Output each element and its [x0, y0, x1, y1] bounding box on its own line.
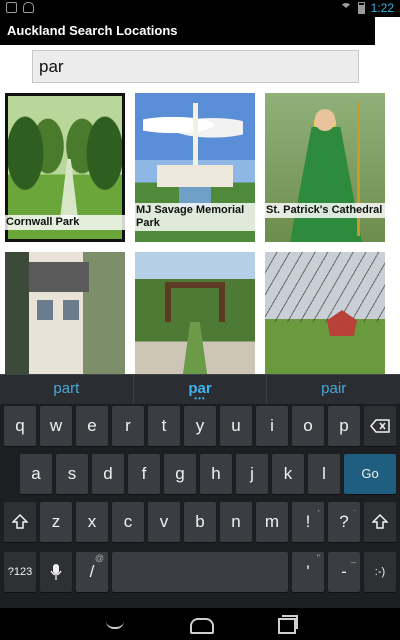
- result-tile-4[interactable]: [5, 252, 125, 374]
- key-label: /: [89, 562, 95, 581]
- emoticon-key[interactable]: :-): [364, 552, 396, 592]
- st-patricks-image: [265, 93, 385, 242]
- result-tile-6[interactable]: [265, 252, 385, 374]
- result-tile-cornwall-park[interactable]: Cornwall Park: [5, 93, 125, 242]
- backspace-icon: [370, 419, 390, 433]
- result-tile-5[interactable]: [135, 252, 255, 374]
- back-down-icon[interactable]: [104, 615, 130, 633]
- key-hint: ,: [317, 503, 320, 513]
- notification-icon: [6, 2, 17, 13]
- voice-input-key[interactable]: [40, 552, 72, 592]
- key-hint: ": [316, 553, 320, 563]
- screen: 1:22 Auckland Search Locations Cornwall …: [0, 0, 400, 640]
- key-m[interactable]: m: [256, 502, 288, 542]
- shift-key-left[interactable]: [4, 502, 36, 542]
- gazebo-image: [265, 252, 385, 374]
- key-e[interactable]: e: [76, 406, 108, 446]
- key-label: !: [305, 512, 311, 531]
- suggestion-item-selected[interactable]: par •••: [132, 375, 267, 404]
- symbols-key[interactable]: ?123: [4, 552, 36, 592]
- key-i[interactable]: i: [256, 406, 288, 446]
- key-label: ?: [339, 512, 349, 531]
- search-input[interactable]: [32, 50, 359, 83]
- key-q[interactable]: q: [4, 406, 36, 446]
- status-right: 1:22: [339, 1, 394, 15]
- soft-keyboard: q w e r t y u i o p a s d f g h j k l Go: [0, 404, 400, 608]
- key-label: ': [306, 562, 310, 581]
- key-o[interactable]: o: [292, 406, 324, 446]
- key-h[interactable]: h: [200, 454, 232, 494]
- search-row: [0, 45, 400, 85]
- key-s[interactable]: s: [56, 454, 88, 494]
- backspace-key[interactable]: [364, 406, 396, 446]
- shift-key-right[interactable]: [364, 502, 396, 542]
- key-g[interactable]: g: [164, 454, 196, 494]
- key-l[interactable]: l: [308, 454, 340, 494]
- shift-icon: [371, 513, 389, 529]
- result-tile-mj-savage[interactable]: MJ Savage Memorial Park: [135, 93, 255, 242]
- suggestion-item[interactable]: pair: [266, 375, 400, 404]
- result-label: St. Patrick's Cathedral: [265, 203, 385, 218]
- key-c[interactable]: c: [112, 502, 144, 542]
- wifi-icon: [339, 3, 352, 13]
- app-content: Auckland Search Locations Cornwall Park …: [0, 17, 400, 374]
- key-w[interactable]: w: [40, 406, 72, 446]
- key-r[interactable]: r: [112, 406, 144, 446]
- more-suggestions-icon: •••: [194, 394, 206, 403]
- home-icon[interactable]: [187, 615, 214, 634]
- suggestion-strip: part par ••• pair: [0, 374, 400, 404]
- recent-apps-icon[interactable]: [272, 615, 298, 634]
- result-tile-st-patricks[interactable]: St. Patrick's Cathedral: [265, 93, 385, 242]
- key-slash[interactable]: / @: [76, 552, 108, 592]
- android-icon: [23, 2, 34, 13]
- status-left: [6, 2, 34, 13]
- key-k[interactable]: k: [272, 454, 304, 494]
- key-b[interactable]: b: [184, 502, 216, 542]
- key-j[interactable]: j: [236, 454, 268, 494]
- key-p[interactable]: p: [328, 406, 360, 446]
- navigation-bar: [0, 608, 400, 640]
- spacebar[interactable]: [112, 552, 288, 592]
- key-z[interactable]: z: [40, 502, 72, 542]
- key-t[interactable]: t: [148, 406, 180, 446]
- key-label: -: [341, 562, 347, 581]
- key-u[interactable]: u: [220, 406, 252, 446]
- house-image: [5, 252, 125, 374]
- action-bar: Auckland Search Locations: [0, 17, 375, 45]
- status-bar: 1:22: [0, 0, 400, 17]
- result-label: MJ Savage Memorial Park: [135, 203, 255, 231]
- microphone-icon: [50, 564, 62, 580]
- battery-icon: [357, 2, 365, 14]
- key-v[interactable]: v: [148, 502, 180, 542]
- key-a[interactable]: a: [20, 454, 52, 494]
- key-apostrophe[interactable]: ' ": [292, 552, 324, 592]
- key-hint: @: [94, 553, 104, 563]
- key-hint: _: [350, 553, 356, 563]
- key-n[interactable]: n: [220, 502, 252, 542]
- clock: 1:22: [370, 1, 394, 15]
- key-question[interactable]: ? .: [328, 502, 360, 542]
- go-key[interactable]: Go: [344, 454, 396, 494]
- garden-image: [135, 252, 255, 374]
- key-d[interactable]: d: [92, 454, 124, 494]
- suggestion-item[interactable]: part: [0, 375, 133, 404]
- key-y[interactable]: y: [184, 406, 216, 446]
- key-exclamation[interactable]: ! ,: [292, 502, 324, 542]
- app-title: Auckland Search Locations: [7, 23, 178, 38]
- result-label: Cornwall Park: [5, 215, 125, 230]
- key-dash[interactable]: - _: [328, 552, 360, 592]
- key-hint: .: [353, 503, 356, 513]
- key-x[interactable]: x: [76, 502, 108, 542]
- key-f[interactable]: f: [128, 454, 160, 494]
- shift-icon: [11, 513, 29, 529]
